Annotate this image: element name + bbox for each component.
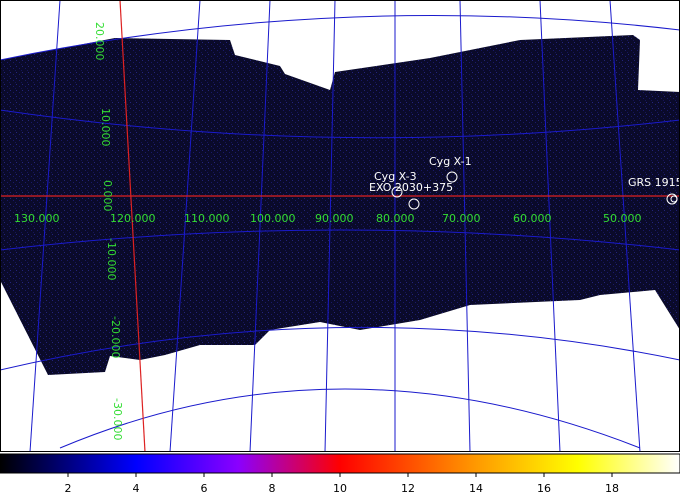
lat-label: 20.000 bbox=[93, 22, 106, 61]
colorbar: 2 4 6 8 10 12 14 16 18 bbox=[0, 452, 680, 499]
lat-label: -10.000 bbox=[105, 238, 118, 280]
source-label: EXO 2030+375 bbox=[369, 181, 453, 194]
lon-label: 60.000 bbox=[513, 212, 552, 225]
lat-label: -20.000 bbox=[109, 316, 122, 358]
colorbar-tick-label: 8 bbox=[269, 482, 276, 495]
lat-label: 0.000 bbox=[101, 180, 114, 212]
source-label: GRS 1915 bbox=[628, 176, 680, 189]
colorbar-tick-label: 18 bbox=[605, 482, 619, 495]
colorbar-tick-label: 16 bbox=[537, 482, 551, 495]
lon-label: 120.000 bbox=[110, 212, 156, 225]
colorbar-tick-label: 10 bbox=[333, 482, 347, 495]
lon-label: 90.000 bbox=[315, 212, 354, 225]
lon-label: 80.000 bbox=[376, 212, 415, 225]
lon-label: 110.000 bbox=[184, 212, 230, 225]
colorbar-tick-label: 12 bbox=[401, 482, 415, 495]
lon-label: 50.000 bbox=[603, 212, 642, 225]
colorbar-gradient bbox=[0, 453, 680, 474]
sky-map: 130.000 120.000 110.000 100.000 90.000 8… bbox=[0, 0, 680, 452]
colorbar-tick-label: 2 bbox=[65, 482, 72, 495]
lat-label: -30.000 bbox=[111, 398, 124, 440]
colorbar-tick-label: 4 bbox=[133, 482, 140, 495]
colorbar-tick-label: 14 bbox=[469, 482, 483, 495]
lon-label: 70.000 bbox=[442, 212, 481, 225]
lon-label: 100.000 bbox=[250, 212, 296, 225]
lat-label: 10.000 bbox=[99, 108, 112, 147]
source-label: Cyg X-1 bbox=[429, 155, 472, 168]
lon-label: 130.000 bbox=[14, 212, 60, 225]
colorbar-tick-label: 6 bbox=[201, 482, 208, 495]
